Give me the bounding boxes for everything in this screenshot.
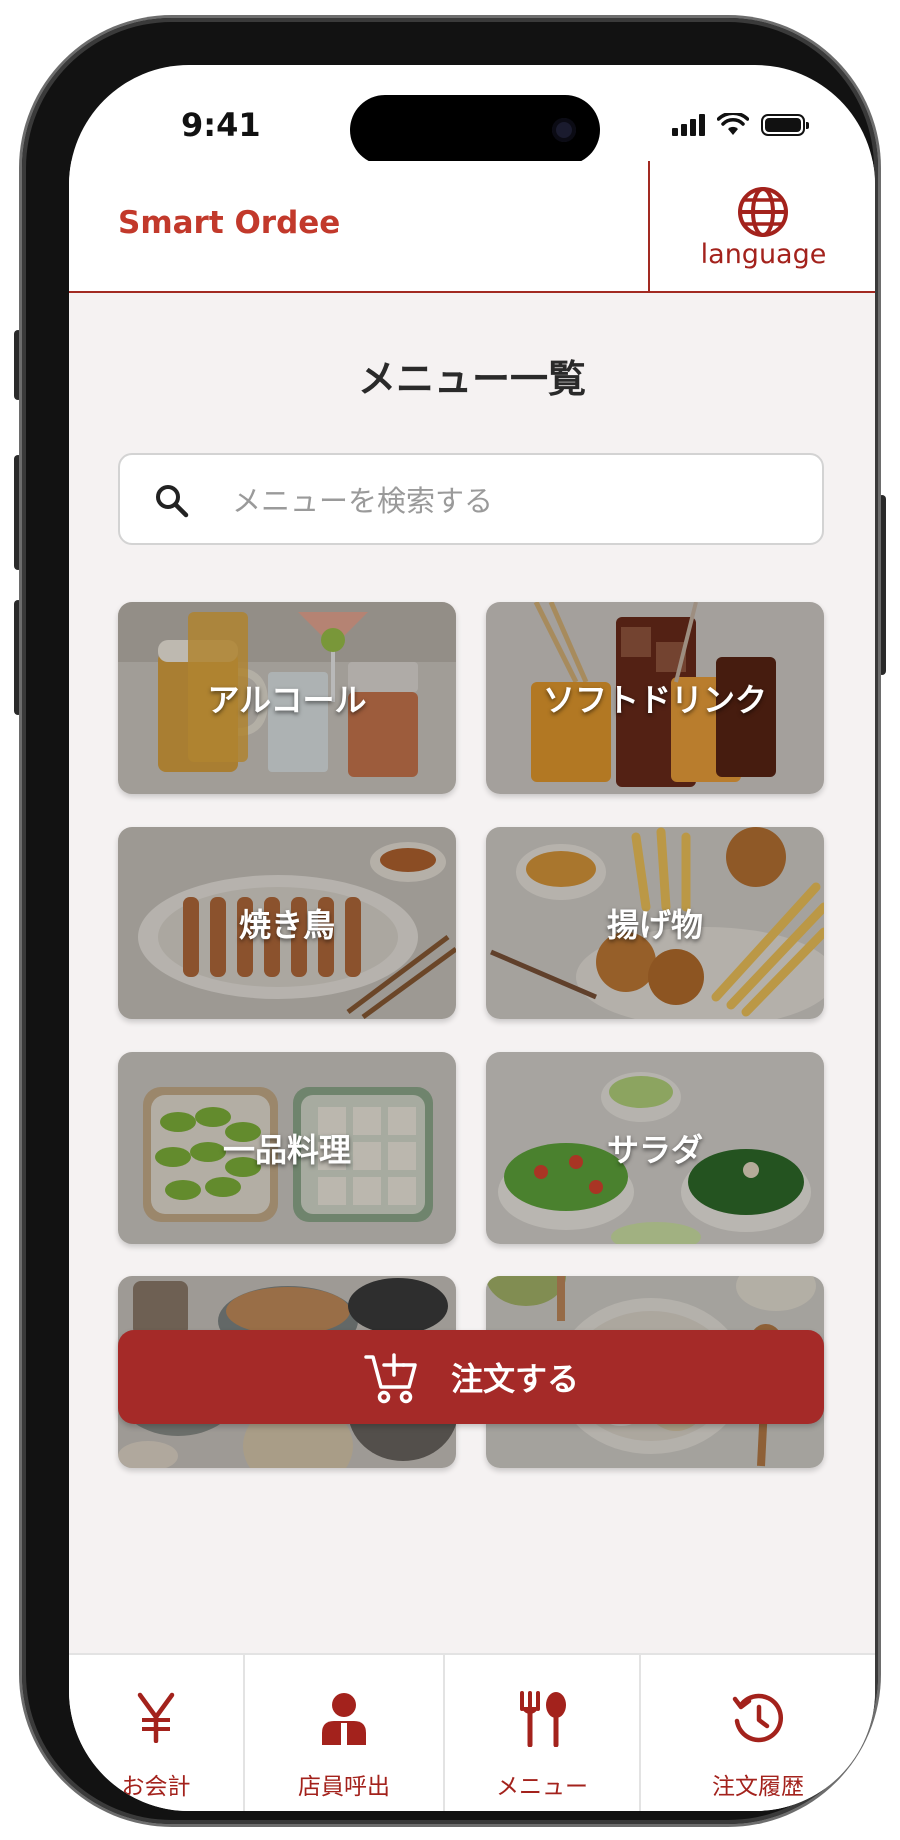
battery-icon: [761, 114, 809, 136]
bottom-tab-bar: お会計 店員呼出 メニュー 注文履歴: [69, 1653, 875, 1811]
cart-plus-icon: [364, 1353, 417, 1404]
phone-frame: 9:41 Smart Ordee language メニュー一覧 メニューを検索…: [22, 18, 878, 1824]
main-content: メニュー一覧 メニューを検索する アルコール ソフトドリンク 焼き鳥 揚げ物 一…: [69, 293, 875, 1653]
volume-down-button: [14, 600, 22, 715]
category-card-fried[interactable]: 揚げ物: [486, 827, 824, 1019]
dynamic-island: [350, 95, 600, 165]
category-label: 揚げ物: [606, 906, 703, 944]
category-label: サラダ: [606, 1131, 703, 1169]
status-icons: [672, 110, 809, 140]
app-header: Smart Ordee language: [69, 161, 875, 293]
wifi-icon: [717, 113, 749, 135]
person-icon: [322, 1693, 366, 1745]
category-card-side-dish[interactable]: 一品料理: [118, 1052, 456, 1244]
status-time: 9:41: [181, 106, 261, 144]
tab-label: 注文履歴: [712, 1774, 804, 1800]
category-label: 一品料理: [222, 1131, 351, 1169]
language-label: language: [700, 239, 827, 270]
screen: 9:41 Smart Ordee language メニュー一覧 メニューを検索…: [69, 65, 875, 1811]
tab-order-history[interactable]: 注文履歴: [641, 1655, 875, 1811]
status-bar: 9:41: [69, 65, 875, 165]
tab-label: 店員呼出: [298, 1774, 390, 1800]
volume-up-button: [14, 455, 22, 570]
category-card-yakitori[interactable]: 焼き鳥: [118, 827, 456, 1019]
language-button[interactable]: language: [648, 161, 875, 291]
tab-label: メニュー: [496, 1774, 588, 1800]
tab-checkout[interactable]: お会計: [69, 1655, 245, 1811]
category-label: 焼き鳥: [238, 906, 335, 944]
search-icon: [156, 485, 189, 518]
tab-menu[interactable]: メニュー: [445, 1655, 641, 1811]
cellular-signal-icon: [672, 114, 705, 136]
history-icon: [732, 1693, 783, 1743]
tab-call-staff[interactable]: 店員呼出: [245, 1655, 445, 1811]
fork-spoon-icon: [520, 1691, 566, 1747]
search-box[interactable]: [118, 453, 824, 545]
category-card-salad[interactable]: サラダ: [486, 1052, 824, 1244]
order-button[interactable]: 注文する: [118, 1330, 824, 1424]
front-camera: [552, 118, 576, 142]
search-input[interactable]: [230, 473, 794, 529]
power-button: [878, 495, 886, 675]
globe-icon: [738, 187, 788, 237]
page-title: メニュー一覧: [357, 357, 586, 401]
category-card-alcohol[interactable]: アルコール: [118, 602, 456, 794]
tab-label: お会計: [121, 1774, 191, 1800]
category-label: アルコール: [207, 681, 367, 719]
brand-logo-text: Smart Ordee: [118, 205, 341, 241]
order-button-label: 注文する: [450, 1360, 579, 1398]
category-label: ソフトドリンク: [542, 681, 767, 719]
yen-icon: [137, 1692, 175, 1743]
silent-switch: [14, 330, 22, 400]
category-card-soft-drink[interactable]: ソフトドリンク: [486, 602, 824, 794]
